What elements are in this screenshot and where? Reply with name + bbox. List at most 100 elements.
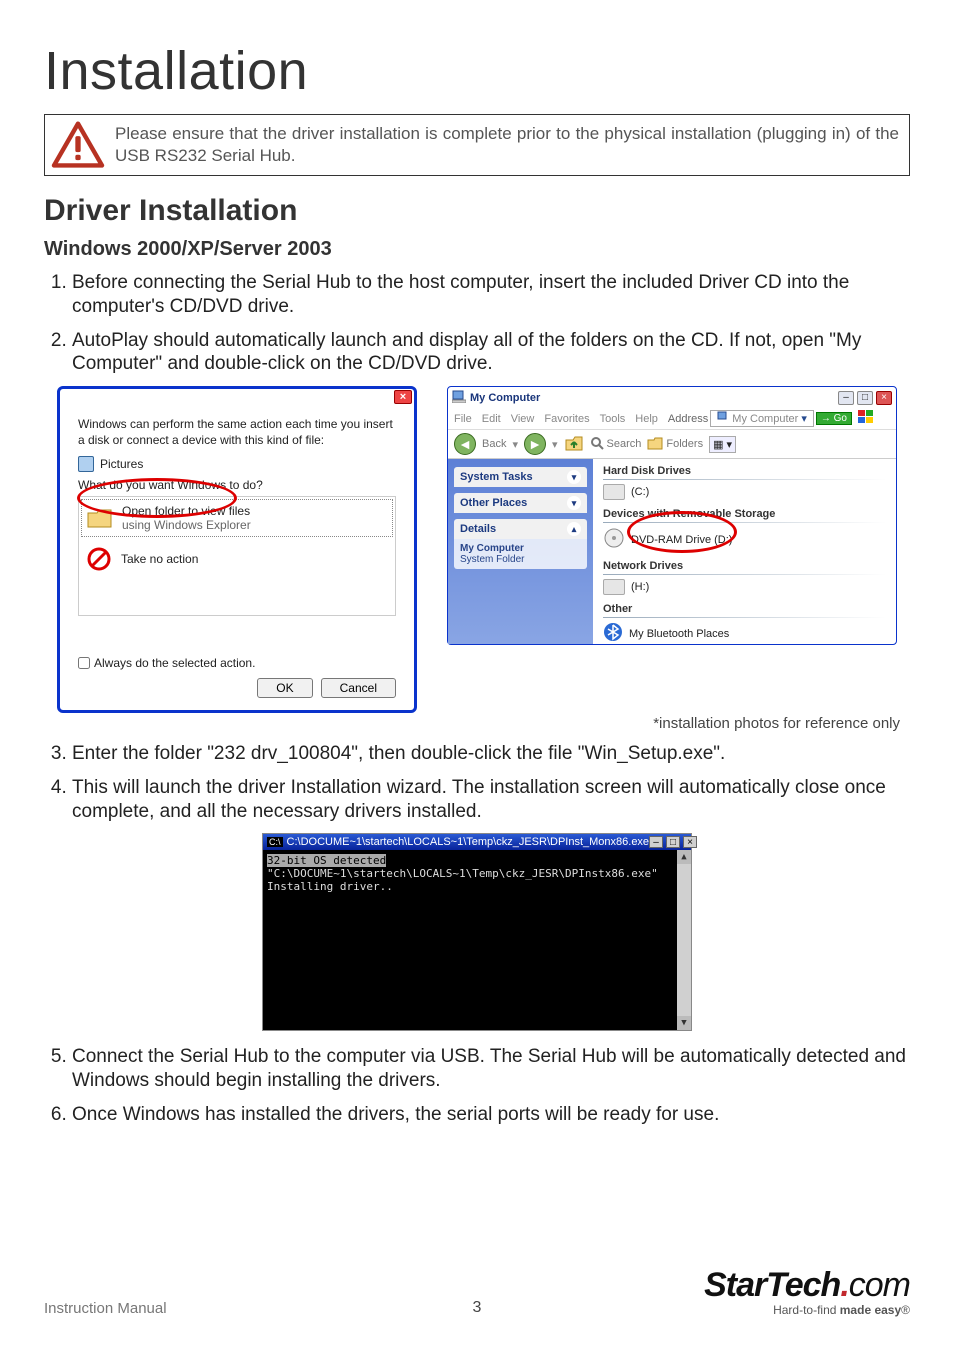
- cmd-title: C:\DOCUME~1\startech\LOCALS~1\Temp\ckz_J…: [287, 836, 650, 848]
- drive-h[interactable]: (H:): [603, 579, 886, 595]
- folders-button[interactable]: Folders: [647, 436, 703, 453]
- details-line1: My Computer: [460, 543, 581, 554]
- search-label: Search: [607, 438, 642, 450]
- choice-no-action-label: Take no action: [121, 552, 198, 566]
- warning-text: Please ensure that the driver installati…: [115, 123, 899, 167]
- menu-file[interactable]: File: [454, 413, 472, 425]
- os-heading: Windows 2000/XP/Server 2003: [44, 238, 910, 261]
- minimize-icon[interactable]: –: [649, 836, 663, 848]
- my-computer-screenshot: My Computer – □ × File Edit View Favorit…: [447, 386, 897, 645]
- search-button[interactable]: Search: [590, 436, 642, 453]
- autoplay-intro: Windows can perform the same action each…: [78, 417, 396, 448]
- network-drive-icon: [603, 579, 625, 595]
- autoplay-window: × Windows can perform the same action ea…: [57, 386, 417, 713]
- steps-list-c: Connect the Serial Hub to the computer v…: [44, 1045, 910, 1126]
- always-label: Always do the selected action.: [94, 656, 255, 670]
- scroll-up-icon[interactable]: ▲: [677, 850, 691, 864]
- chevron-down-icon[interactable]: ▾: [801, 412, 807, 425]
- folders-icon: [647, 436, 663, 453]
- tagline-a: Hard-to-find: [773, 1303, 840, 1317]
- menu-help[interactable]: Help: [635, 413, 658, 425]
- tagline-c: ®: [901, 1303, 910, 1317]
- address-box[interactable]: My Computer ▾: [710, 410, 814, 427]
- chevron-down-icon: ▾: [567, 496, 581, 510]
- highlight-ellipse-mycomputer: [627, 511, 737, 553]
- toolbar: ◄ Back ▾ ► ▾ Search Folders ▦ ▾: [448, 430, 896, 459]
- close-icon[interactable]: ×: [394, 390, 412, 404]
- forward-button[interactable]: ►: [524, 433, 546, 455]
- back-button[interactable]: ◄: [454, 433, 476, 455]
- warning-box: Please ensure that the driver installati…: [44, 114, 910, 176]
- maximize-icon[interactable]: □: [666, 836, 680, 848]
- no-action-icon: [85, 545, 113, 573]
- go-button[interactable]: → Go: [816, 412, 852, 425]
- chevron-down-icon: ▾: [567, 470, 581, 484]
- search-icon: [590, 436, 604, 453]
- bluetooth-label: My Bluetooth Places: [629, 628, 729, 640]
- always-checkbox[interactable]: [78, 657, 90, 669]
- computer-icon: [717, 411, 729, 426]
- menu-favorites[interactable]: Favorites: [544, 413, 589, 425]
- windows-logo-icon: [858, 410, 874, 427]
- panel-details[interactable]: Details ▴: [454, 519, 587, 539]
- screenshots-row: × Windows can perform the same action ea…: [44, 386, 910, 713]
- page-number: 3: [473, 1299, 482, 1317]
- up-folder-icon[interactable]: [564, 434, 584, 455]
- step-6: Once Windows has installed the drivers, …: [72, 1103, 910, 1127]
- step-2: AutoPlay should automatically launch and…: [72, 329, 910, 377]
- dvd-icon: [603, 527, 625, 552]
- footer-left: Instruction Manual: [44, 1300, 167, 1317]
- cmd-icon: C:\: [267, 837, 283, 847]
- menu-view[interactable]: View: [511, 413, 535, 425]
- step-3: Enter the folder "232 drv_100804", then …: [72, 742, 910, 766]
- side-panel: System Tasks ▾ Other Places ▾ Details: [448, 459, 593, 644]
- step-1: Before connecting the Serial Hub to the …: [72, 271, 910, 319]
- folders-label: Folders: [666, 438, 703, 450]
- choice-open-folder-sub: using Windows Explorer: [122, 518, 251, 532]
- menu-edit[interactable]: Edit: [482, 413, 501, 425]
- chevron-up-icon: ▴: [567, 522, 581, 536]
- scrollbar[interactable]: ▲ ▼: [677, 850, 691, 1030]
- panel-system-tasks[interactable]: System Tasks ▾: [454, 467, 587, 487]
- section-network: Network Drives: [603, 560, 886, 572]
- autoplay-screenshot: × Windows can perform the same action ea…: [57, 386, 417, 713]
- startech-logo: StarTech.com Hard-to-find made easy®: [704, 1266, 910, 1317]
- cmd-line-3: Installing driver..: [267, 880, 687, 893]
- warning-icon: [51, 121, 105, 169]
- address-label: Address: [668, 413, 708, 425]
- steps-list-b: Enter the folder "232 drv_100804", then …: [44, 742, 910, 823]
- pictures-label: Pictures: [100, 457, 143, 471]
- details-line2: System Folder: [460, 554, 581, 565]
- panel-other-places[interactable]: Other Places ▾: [454, 493, 587, 513]
- logo-brand-a: StarTech: [704, 1266, 840, 1304]
- screenshot-caption: *installation photos for reference only: [44, 715, 900, 732]
- step-4: This will launch the driver Installation…: [72, 776, 910, 824]
- menu-tools[interactable]: Tools: [600, 413, 626, 425]
- other-places-label: Other Places: [460, 497, 527, 509]
- logo-brand-b: com: [849, 1266, 910, 1304]
- always-checkbox-row[interactable]: Always do the selected action.: [78, 656, 396, 670]
- cmd-body: 32-bit OS detected "C:\DOCUME~1\startech…: [263, 850, 691, 1030]
- details-label: Details: [460, 523, 496, 535]
- bluetooth-places[interactable]: My Bluetooth Places: [603, 622, 886, 644]
- scroll-down-icon[interactable]: ▼: [677, 1016, 691, 1030]
- view-mode-button[interactable]: ▦ ▾: [709, 436, 736, 453]
- computer-icon: [452, 389, 466, 406]
- bluetooth-icon: [603, 622, 623, 644]
- close-icon[interactable]: ×: [683, 836, 697, 848]
- minimize-icon[interactable]: –: [838, 391, 854, 405]
- cmd-line-1: 32-bit OS detected: [267, 854, 386, 867]
- ok-button[interactable]: OK: [257, 678, 312, 698]
- cmd-line-2: "C:\DOCUME~1\startech\LOCALS~1\Temp\ckz_…: [267, 867, 687, 880]
- close-icon[interactable]: ×: [876, 391, 892, 405]
- maximize-icon[interactable]: □: [857, 391, 873, 405]
- step-5: Connect the Serial Hub to the computer v…: [72, 1045, 910, 1093]
- tagline-b: made easy: [840, 1303, 901, 1317]
- cmd-titlebar: C:\ C:\DOCUME~1\startech\LOCALS~1\Temp\c…: [263, 834, 691, 850]
- choice-no-action[interactable]: Take no action: [79, 539, 395, 579]
- autoplay-titlebar: ×: [60, 389, 414, 405]
- drive-c[interactable]: (C:): [603, 484, 886, 500]
- cancel-button[interactable]: Cancel: [321, 678, 396, 698]
- hdd-icon: [603, 484, 625, 500]
- driver-installation-heading: Driver Installation: [44, 194, 910, 228]
